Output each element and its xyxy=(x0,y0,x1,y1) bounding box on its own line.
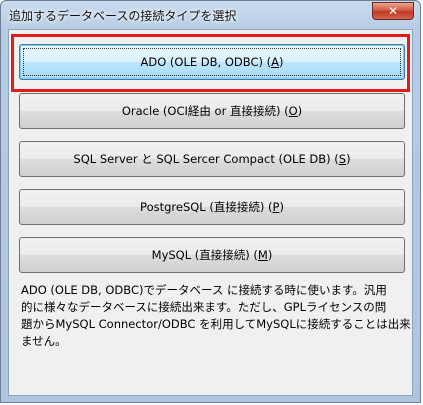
dialog-window: 追加するデータベースの接続タイプを選択 ✕ ADO (OLE DB, ODBC)… xyxy=(0,0,421,403)
window-title: 追加するデータベースの接続タイプを選択 xyxy=(9,9,237,23)
sql-server-button[interactable]: SQL Server と SQL Sercer Compact (OLE DB)… xyxy=(19,141,405,177)
description-line: ADO (OLE DB, ODBC)でデータベース に接続する時に使います。汎用 xyxy=(21,283,387,297)
sql-server-button-suffix: ) xyxy=(346,152,351,166)
dialog-body: ADO (OLE DB, ODBC) (A) Oracle (OCI経由 or … xyxy=(8,29,413,396)
postgresql-button-suffix: ) xyxy=(279,200,284,214)
title-bar[interactable]: 追加するデータベースの接続タイプを選択 ✕ xyxy=(1,1,420,29)
postgresql-button-label: PostgreSQL (直接接続) ( xyxy=(140,200,273,214)
close-button[interactable]: ✕ xyxy=(372,2,414,20)
focus-rectangle xyxy=(23,48,401,76)
oracle-mnemonic: O xyxy=(288,104,298,118)
ado-button[interactable]: ADO (OLE DB, ODBC) (A) xyxy=(19,44,405,80)
oracle-button-suffix: ) xyxy=(297,104,303,118)
description-line: ません。 xyxy=(21,334,67,348)
mysql-button-suffix: ) xyxy=(267,248,273,262)
sql-server-button-label: SQL Server と SQL Sercer Compact (OLE DB)… xyxy=(73,152,339,166)
postgresql-button[interactable]: PostgreSQL (直接接続) (P) xyxy=(19,189,405,225)
description-line: 題からMySQL Connector/ODBC を利用してMySQLに接続するこ… xyxy=(21,317,411,331)
description-line: 的に様々なデータベースに接続出来ます。ただし、GPLライセンスの問 xyxy=(21,300,387,314)
description-text: ADO (OLE DB, ODBC)でデータベース に接続する時に使います。汎用… xyxy=(21,282,411,350)
mysql-button[interactable]: MySQL (直接接続) (M) xyxy=(19,237,405,273)
sql-server-mnemonic: S xyxy=(338,152,347,166)
close-icon: ✕ xyxy=(387,4,399,18)
oracle-button[interactable]: Oracle (OCI経由 or 直接接続) (O) xyxy=(19,93,405,129)
oracle-button-label: Oracle (OCI経由 or 直接接続) ( xyxy=(121,104,289,118)
mysql-button-label: MySQL (直接接続) ( xyxy=(151,248,258,262)
mysql-mnemonic: M xyxy=(257,248,268,262)
